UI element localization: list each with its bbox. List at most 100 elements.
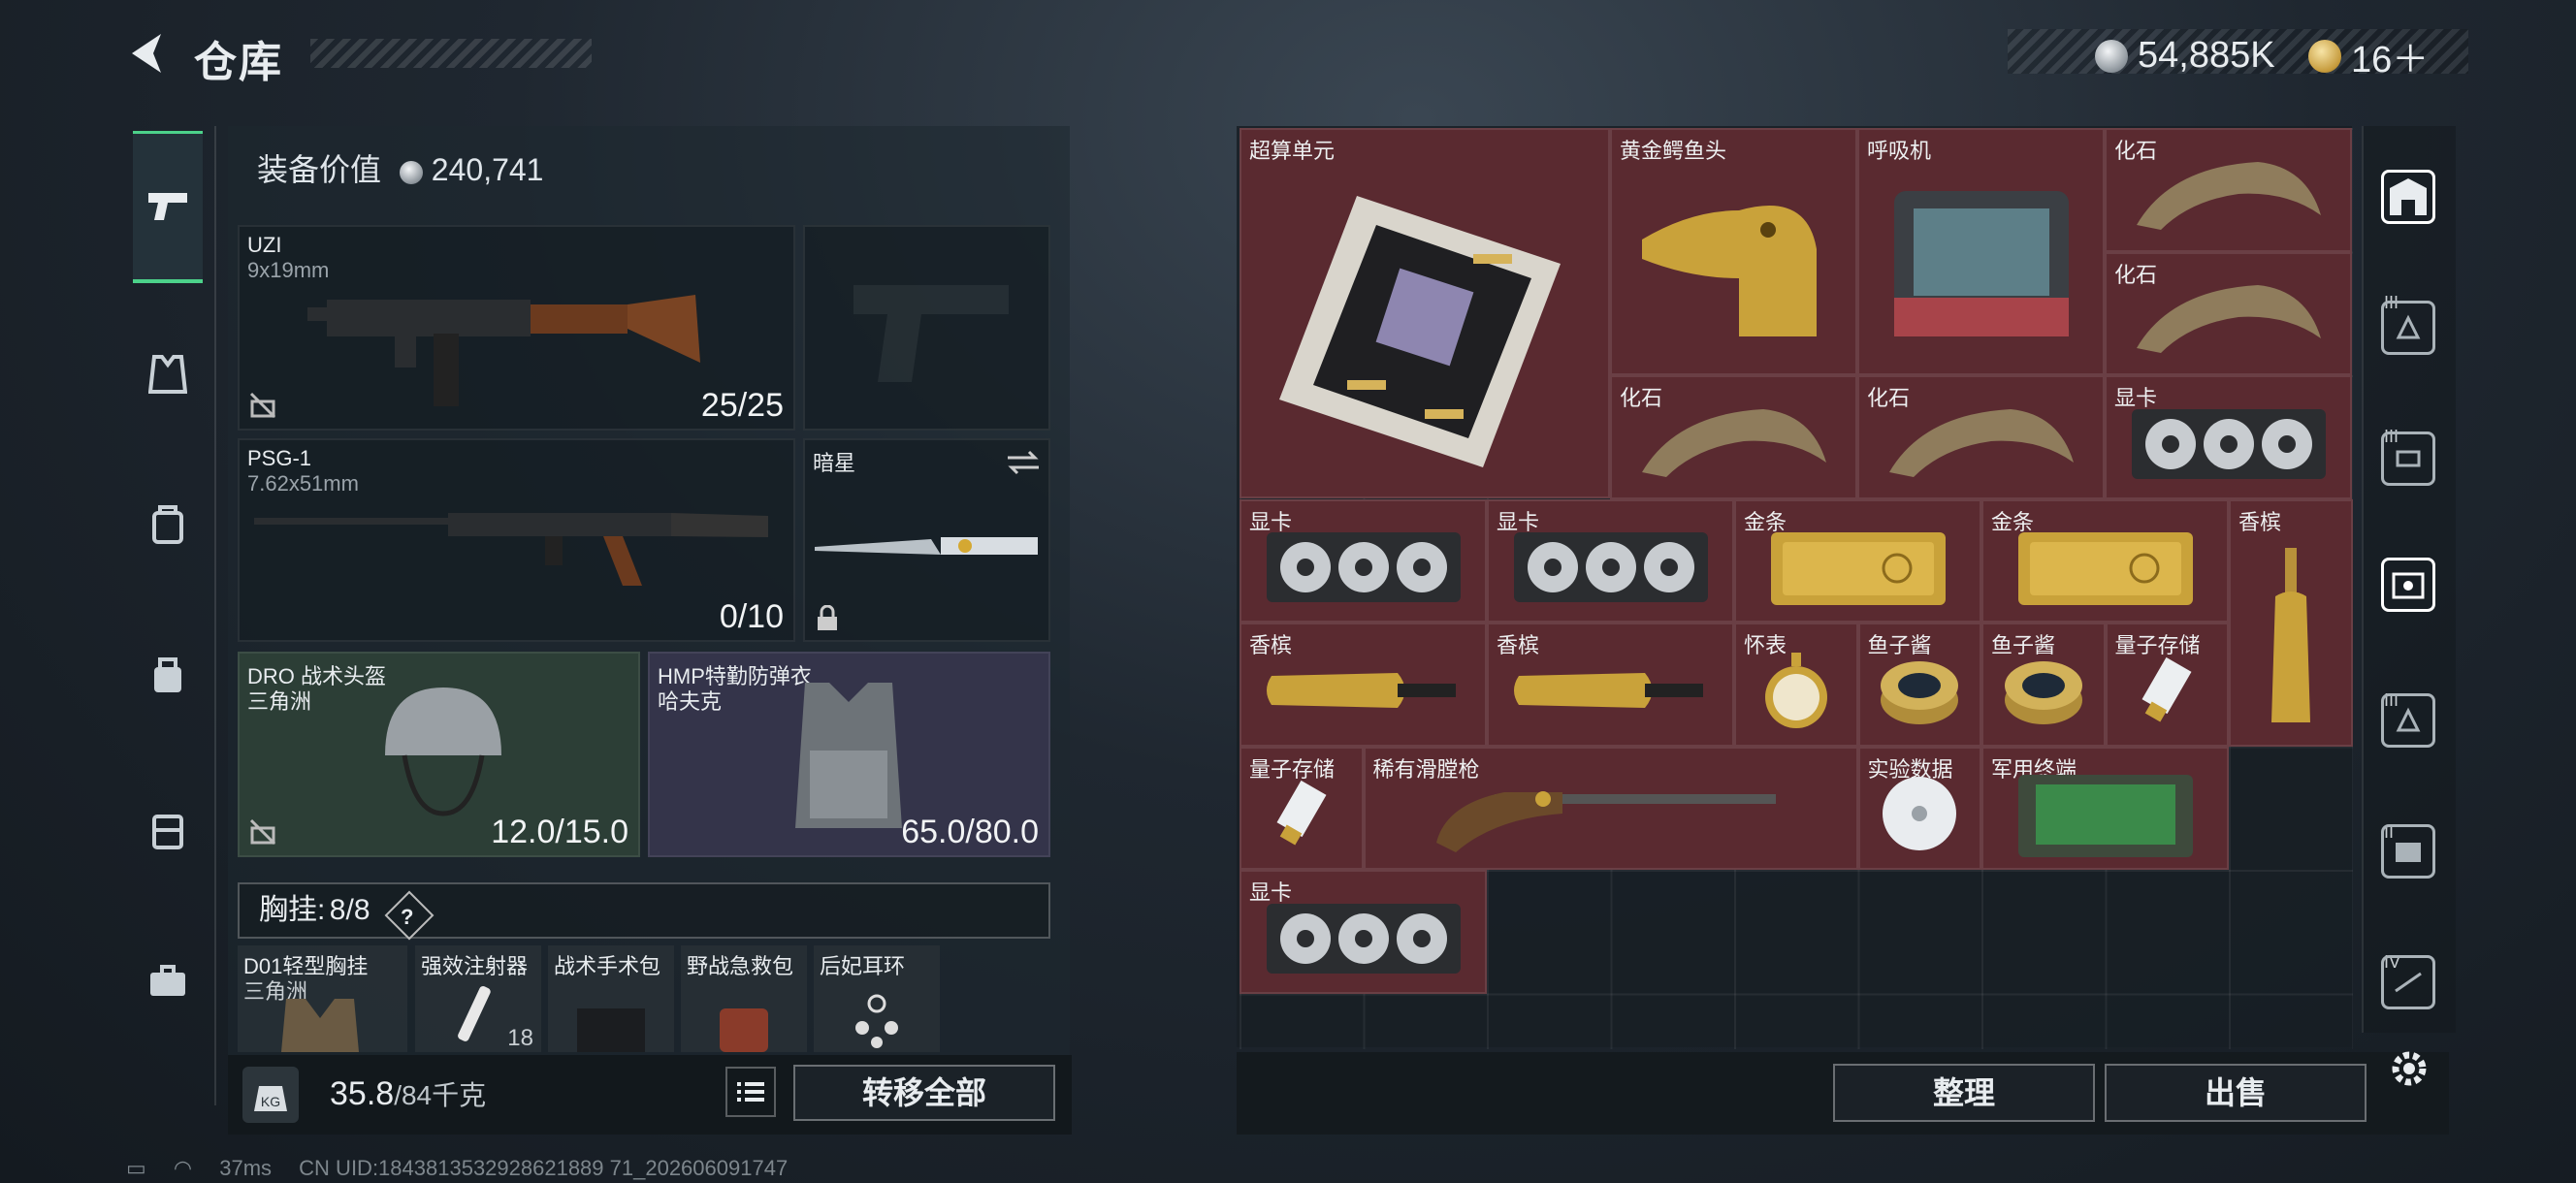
warehouse-item[interactable]: 香槟 [1487, 623, 1734, 747]
golden-croc-head-icon [1641, 206, 1817, 337]
storage-tab-1[interactable] [2381, 301, 2435, 355]
warehouse-item[interactable]: 实验数据 [1857, 746, 1981, 870]
warehouse-item[interactable]: 金条 [1981, 498, 2229, 623]
warehouse-item[interactable]: 鱼子酱 [1857, 623, 1981, 747]
chest-item[interactable]: 强效注射器 18 [415, 945, 541, 1052]
chest-item-name: 强效注射器 [421, 954, 529, 978]
warehouse-item[interactable]: 稀有滑膛枪 [1363, 746, 1858, 870]
sell-button[interactable]: 出售 [2105, 1064, 2367, 1122]
warehouse-item[interactable]: 化石 [1610, 375, 1857, 499]
storage-tab-main[interactable] [2381, 170, 2435, 224]
warehouse-item[interactable]: 金条 [1734, 498, 1981, 623]
warehouse-icon [2390, 178, 2427, 215]
melee-name: 暗星 [813, 451, 856, 475]
first-aid-kit-icon [720, 1008, 768, 1052]
case-icon [2395, 972, 2422, 993]
equipment-value-row: 装备价值 240,741 [257, 145, 543, 190]
storage-tab-3[interactable] [2381, 558, 2435, 612]
swap-icon[interactable] [1006, 448, 1041, 477]
page-title: 仓库 [194, 39, 283, 86]
nav-bag[interactable] [133, 640, 203, 710]
warehouse-item[interactable]: 显卡 [1240, 498, 1487, 623]
unlocked-icon [249, 392, 276, 419]
item-name: 香槟 [1249, 633, 1293, 657]
nav-weapons[interactable] [133, 131, 203, 283]
item-name: 香槟 [1497, 633, 1540, 657]
weapon-name: UZI [247, 233, 282, 257]
user-id: CN UID:1843813532928621889 71_2026060917… [299, 1156, 789, 1180]
helmet-durability: 12.0/15.0 [491, 814, 628, 850]
list-view-button[interactable] [725, 1067, 776, 1117]
warehouse-item[interactable]: 显卡 [1240, 870, 1487, 994]
backpack-icon [152, 505, 183, 544]
help-icon[interactable]: ? [384, 890, 435, 941]
toolbox-icon [150, 965, 185, 996]
ping: 37ms [219, 1156, 273, 1180]
safe-box-icon [2392, 572, 2425, 599]
warehouse-item[interactable]: 怀表 [1734, 623, 1858, 747]
title-decoration [310, 39, 592, 68]
fossil-claw-icon [2136, 161, 2321, 230]
storage-tab-4[interactable] [2381, 693, 2435, 748]
warehouse-item[interactable]: 鱼子酱 [1981, 623, 2106, 747]
nav-toolbox[interactable] [133, 945, 203, 1015]
storage-tab-6[interactable] [2381, 955, 2435, 1009]
carry-weight: 35.8/84千克 [330, 1074, 486, 1113]
chest-item[interactable]: 后妃耳环 [814, 945, 940, 1052]
wifi-icon: ◠ [173, 1156, 193, 1180]
stack-count: 18 [507, 1025, 533, 1051]
equipment-value-label: 装备价值 [257, 152, 382, 187]
warehouse-item[interactable]: 化石 [1857, 375, 2105, 499]
silver-coin-icon [2095, 39, 2128, 73]
warehouse-item[interactable]: 香槟 [2229, 498, 2353, 747]
gear-icon[interactable] [2386, 1045, 2432, 1092]
sidearm-slot[interactable] [803, 225, 1050, 431]
nav-vest[interactable] [133, 339, 203, 409]
storage-tab-2[interactable] [2381, 432, 2435, 486]
back-arrow-icon[interactable] [122, 29, 171, 78]
nav-backpack[interactable] [133, 490, 203, 560]
chest-item[interactable]: 野战急救包 [681, 945, 807, 1052]
medical-case-icon [2396, 843, 2421, 862]
case-icon [2396, 314, 2421, 339]
warehouse-item[interactable]: 显卡 [2105, 375, 2352, 499]
storage-tab-5[interactable] [2381, 824, 2435, 879]
warehouse-item[interactable]: 超算单元 [1240, 128, 1610, 498]
melee-slot[interactable]: 暗星 [803, 438, 1050, 642]
knife-icon [815, 537, 1038, 555]
ventilator-icon [1893, 191, 2069, 337]
helmet-slot[interactable]: DRO 战术头盔 三角洲 12.0/15.0 [238, 652, 640, 857]
chest-rig-bar[interactable]: 胸挂: 8/8 ? [238, 882, 1050, 941]
warehouse-item[interactable]: 量子存储 [2105, 623, 2229, 747]
graphics-card-icon [2131, 408, 2326, 479]
item-name: 香槟 [2238, 509, 2282, 534]
chest-item[interactable]: D01轻型胸挂 三角洲 [238, 945, 407, 1052]
musket-icon [1435, 791, 1776, 853]
gold-amount[interactable]: 16＋ [2351, 40, 2429, 80]
armor-slot[interactable]: HMP特勤防弹衣 哈夫克 65.0/80.0 [648, 652, 1050, 857]
chest-item[interactable]: 战术手术包 [548, 945, 674, 1052]
nav-case[interactable] [133, 795, 203, 865]
unlocked-icon [249, 818, 276, 846]
item-name: 超算单元 [1249, 139, 1336, 163]
champagne-bottle-icon [1266, 672, 1456, 708]
warehouse-item[interactable]: 化石 [2105, 128, 2352, 252]
weapon-name: PSG-1 [247, 446, 312, 470]
psg1-rifle-icon [254, 513, 768, 586]
primary-weapon-slot[interactable]: UZI 9x19mm 25/25 [238, 225, 795, 431]
warehouse-item[interactable]: 化石 [2105, 251, 2352, 375]
warehouse-item[interactable]: 香槟 [1240, 623, 1487, 747]
sort-button[interactable]: 整理 [1833, 1064, 2095, 1122]
warehouse-item[interactable]: 呼吸机 [1857, 128, 2105, 375]
pistol-icon [148, 193, 187, 220]
item-name: 黄金鳄鱼头 [1620, 139, 1727, 163]
usb-drive-icon [2141, 656, 2192, 722]
warehouse-item[interactable]: 显卡 [1487, 498, 1734, 623]
silver-amount: 54,885K [2138, 35, 2275, 76]
secondary-weapon-slot[interactable]: PSG-1 7.62x51mm 0/10 [238, 438, 795, 642]
warehouse-item[interactable]: 量子存储 [1240, 746, 1364, 870]
transfer-all-button[interactable]: 转移全部 [793, 1065, 1055, 1121]
warehouse-item[interactable]: 军用终端 [1981, 746, 2229, 870]
surgery-kit-icon [577, 1008, 645, 1052]
warehouse-item[interactable]: 黄金鳄鱼头 [1610, 128, 1857, 375]
